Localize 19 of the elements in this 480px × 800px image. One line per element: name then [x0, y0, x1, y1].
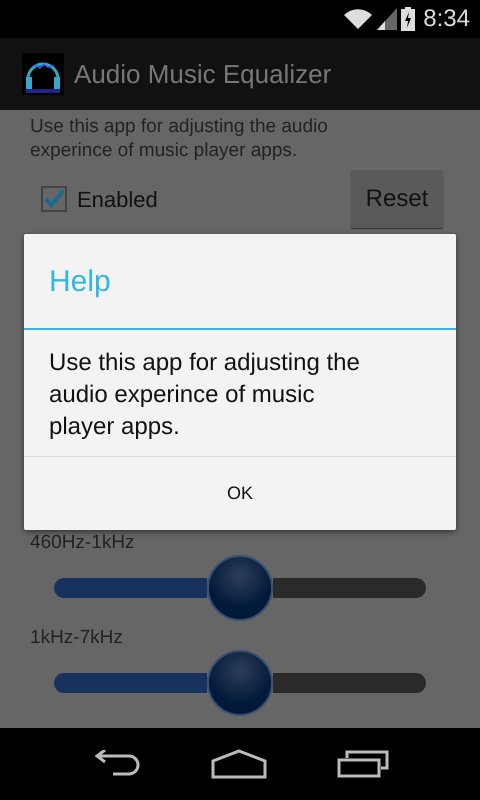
enabled-checkbox[interactable]: Enabled	[41, 182, 158, 216]
slider[interactable]	[54, 555, 426, 621]
home-icon[interactable]	[211, 749, 267, 779]
recents-icon[interactable]	[337, 750, 389, 778]
band-label: 460Hz-1kHz	[29, 531, 136, 555]
band-label: 1kHz-7kHz	[29, 626, 124, 650]
signal-icon	[377, 8, 398, 30]
slider[interactable]	[54, 650, 426, 716]
clock: 8:34	[423, 4, 470, 34]
app-title: Audio Music Equalizer	[74, 58, 332, 90]
reset-button[interactable]: Reset	[351, 170, 443, 228]
description-text: Use this app for adjusting the audio experince of music player apps.	[29, 115, 329, 163]
dialog-message: Use this app for adjusting the audio experince of music player apps.	[48, 348, 361, 442]
wifi-icon	[343, 8, 374, 30]
check-icon	[43, 187, 65, 211]
app-logo-icon	[22, 53, 64, 95]
dialog-title: Help	[49, 264, 111, 300]
battery-icon	[401, 7, 416, 31]
ok-button[interactable]: OK	[24, 456, 456, 530]
